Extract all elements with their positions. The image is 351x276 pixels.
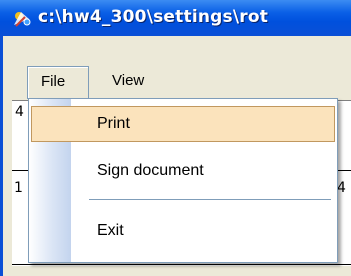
menu-item-label: Print — [97, 115, 130, 132]
menu-file[interactable]: File — [27, 66, 89, 99]
background-text: 1 — [14, 180, 23, 196]
window-title: c:\hw4_300\settings\rot — [38, 7, 269, 27]
menu-item-sign-document[interactable]: Sign document — [29, 155, 337, 189]
menu-file-label: File — [41, 73, 66, 90]
title-bar[interactable]: c:\hw4_300\settings\rot — [0, 0, 351, 36]
menu-item-print[interactable]: Print — [31, 106, 335, 142]
file-menu-dropdown: Print Sign document Exit — [28, 98, 338, 263]
app-icon — [14, 12, 31, 27]
menu-item-label: Exit — [97, 222, 124, 239]
menu-view[interactable]: View — [112, 72, 144, 89]
menu-item-label: Sign document — [97, 162, 204, 179]
divider — [12, 264, 351, 265]
menu-separator — [89, 199, 331, 200]
background-text: 4 — [15, 104, 24, 120]
menu-item-exit[interactable]: Exit — [29, 215, 337, 249]
background-text: 4 — [337, 180, 346, 196]
